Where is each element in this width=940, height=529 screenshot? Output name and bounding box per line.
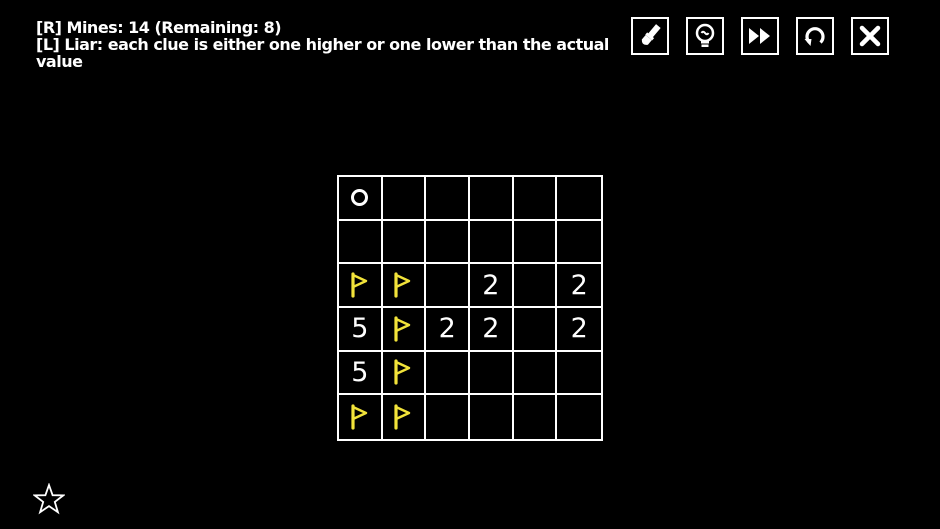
board-cell-r3-c2[interactable]	[382, 264, 427, 308]
board-cell-r4-c4[interactable]: 2	[470, 308, 514, 352]
restart-button[interactable]	[796, 17, 834, 55]
clue-number: 5	[351, 356, 369, 388]
board-cell-r1-c4[interactable]	[470, 177, 514, 221]
board-cell-r2-c5[interactable]	[513, 220, 558, 265]
board-cell-r1-c3[interactable]	[426, 177, 470, 221]
board-cell-r6-c2[interactable]	[383, 395, 427, 439]
skip-button[interactable]	[741, 17, 779, 55]
lightbulb-icon	[695, 23, 715, 47]
flag-icon	[351, 272, 368, 298]
board-cell-r1-c1[interactable]	[339, 177, 383, 221]
clue-number: 2	[570, 269, 588, 301]
flag-icon	[394, 272, 411, 298]
board-cell-r6-c5[interactable]	[514, 395, 558, 439]
board-cell-r5-c1[interactable]: 5	[339, 351, 383, 396]
board-cell-r3-c1[interactable]	[339, 264, 383, 308]
brush-button[interactable]	[631, 17, 669, 55]
toolbar	[631, 17, 889, 55]
close-icon	[859, 25, 881, 47]
flag-icon	[351, 404, 368, 430]
board-cell-r3-c4[interactable]: 2	[470, 264, 514, 308]
board-cell-r1-c2[interactable]	[382, 177, 427, 221]
clue-number: 2	[482, 313, 500, 345]
clue-number: 2	[570, 313, 588, 345]
flag-icon	[394, 404, 411, 430]
flag-icon	[394, 316, 411, 342]
board-cell-r2-c6[interactable]	[557, 221, 601, 265]
close-button[interactable]	[851, 17, 889, 55]
clue-number: 2	[482, 269, 500, 301]
board-cell-r1-c5[interactable]	[513, 177, 558, 221]
board-cell-r2-c2[interactable]	[382, 220, 427, 265]
board-cell-r2-c1[interactable]	[339, 220, 383, 265]
board-cell-r3-c6[interactable]: 2	[557, 264, 601, 308]
board-cell-r3-c3[interactable]	[426, 264, 470, 308]
board-cell-r5-c6[interactable]	[557, 352, 601, 396]
rules-panel: [R] Mines: 14 (Remaining: 8) [L] Liar: e…	[36, 19, 616, 70]
board-cell-r6-c1[interactable]	[339, 395, 383, 439]
board-cell-r5-c3[interactable]	[426, 351, 470, 396]
board-cell-r6-c4[interactable]	[470, 395, 514, 439]
board-cell-r2-c3[interactable]	[426, 220, 470, 265]
mines-rule: [R] Mines: 14 (Remaining: 8)	[36, 18, 282, 37]
refresh-icon	[804, 27, 825, 46]
board-cell-r3-c5[interactable]	[513, 264, 558, 308]
star-icon[interactable]	[33, 483, 65, 515]
board-cell-r5-c5[interactable]	[513, 351, 558, 396]
board-cell-r6-c6[interactable]	[557, 395, 601, 439]
board-cell-r6-c3[interactable]	[426, 395, 470, 439]
board-cell-r5-c2[interactable]	[382, 351, 427, 396]
paintbrush-icon	[641, 24, 661, 45]
board-cell-r4-c1[interactable]: 5	[339, 308, 383, 352]
board-cell-r4-c3[interactable]: 2	[426, 308, 470, 352]
circle-marker	[351, 189, 369, 207]
clue-number: 5	[351, 313, 369, 345]
board-cell-r2-c4[interactable]	[470, 220, 514, 265]
hint-button[interactable]	[686, 17, 724, 55]
board-cell-r4-c6[interactable]: 2	[557, 308, 601, 352]
board-cell-r4-c2[interactable]	[382, 308, 427, 352]
game-board: 2252225	[337, 175, 603, 441]
clue-number: 2	[438, 313, 456, 345]
board-cell-r1-c6[interactable]	[557, 177, 601, 221]
liar-rule: [L] Liar: each clue is either one higher…	[36, 35, 609, 71]
fast-forward-icon	[749, 28, 770, 44]
flag-icon	[394, 359, 411, 386]
board-cell-r4-c5[interactable]	[513, 308, 558, 352]
board-cell-r5-c4[interactable]	[470, 351, 514, 396]
